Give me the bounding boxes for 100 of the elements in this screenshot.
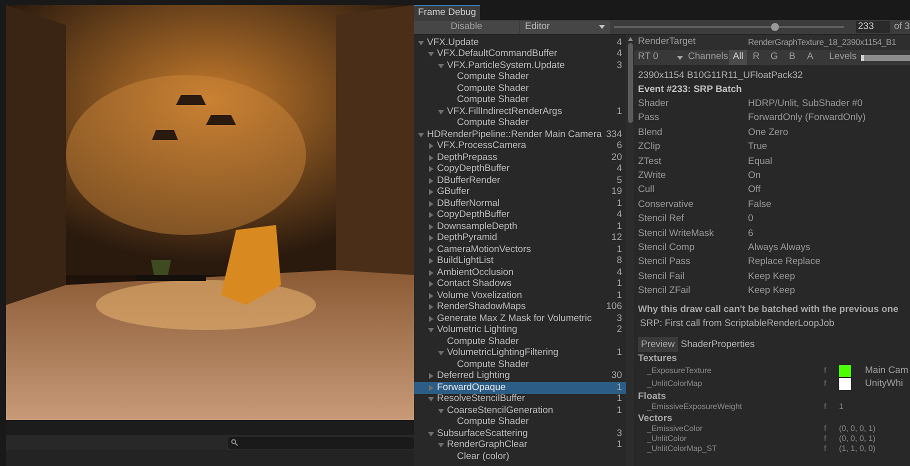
tree-label: CopyDepthBuffer bbox=[437, 162, 510, 176]
scrollbar[interactable] bbox=[626, 35, 634, 466]
tree-row[interactable]: Volume Voxelization 1 bbox=[414, 290, 626, 302]
tree-row[interactable]: VFX.FillIndirectRenderArgs 1 bbox=[414, 106, 626, 118]
draw-count: 1 bbox=[616, 288, 622, 302]
tree-row[interactable]: DownsampleDepth 1 bbox=[414, 221, 626, 232]
draw-count: 4 bbox=[616, 162, 622, 176]
tree-label: Compute Shader bbox=[457, 116, 529, 130]
channel-toggle[interactable]: A bbox=[801, 50, 820, 65]
tree-row[interactable]: GBuffer 19 bbox=[414, 186, 626, 198]
tree-label: DownsampleDepth bbox=[437, 220, 518, 233]
tree-row[interactable]: Compute Shader bbox=[414, 336, 626, 348]
tree-row[interactable]: VFX.ProcessCamera 6 bbox=[414, 140, 626, 152]
tree-row[interactable]: Deferred Lighting 30 bbox=[414, 370, 626, 382]
section-heading: Textures bbox=[638, 353, 678, 364]
channel-toggle[interactable]: All bbox=[729, 50, 748, 65]
tree-row[interactable]: AmbientOcclusion 4 bbox=[414, 267, 626, 278]
property-value: True bbox=[748, 140, 768, 154]
levels-label: Levels bbox=[829, 50, 857, 64]
tree-label: Compute Shader bbox=[457, 82, 529, 95]
tree-row[interactable]: Clear (color) bbox=[414, 451, 626, 462]
tree-label: CoarseStencilGeneration bbox=[447, 404, 554, 417]
tree-row[interactable]: BuildLightList 8 bbox=[414, 256, 626, 267]
draw-count: 30 bbox=[611, 369, 622, 384]
draw-count: 5 bbox=[616, 174, 622, 187]
tree-label: CopyDepthBuffer bbox=[437, 208, 510, 222]
tree-row[interactable]: DepthPrepass 20 bbox=[414, 152, 626, 164]
property-value: (0, 0, 0, 1) bbox=[839, 433, 876, 445]
tree-row[interactable]: SubsurfaceScattering 3 bbox=[414, 428, 626, 440]
scroll-up-icon[interactable] bbox=[628, 37, 632, 41]
tree-row[interactable]: VFX.Update 4 bbox=[414, 37, 626, 48]
property-type: f bbox=[824, 364, 828, 377]
tree-row[interactable]: CameraMotionVectors 1 bbox=[414, 244, 626, 256]
draw-count: 20 bbox=[611, 150, 622, 164]
slider-handle[interactable] bbox=[771, 23, 779, 31]
tree-label: Compute Shader bbox=[457, 415, 529, 429]
tree-row[interactable]: Volumetric Lighting 2 bbox=[414, 324, 626, 336]
property-value: Always Always bbox=[748, 240, 810, 255]
channel-toggle[interactable]: G bbox=[765, 50, 784, 65]
tree-row[interactable]: Compute Shader bbox=[414, 118, 626, 129]
tree-label: Compute Shader bbox=[447, 334, 519, 348]
section-heading: Floats bbox=[638, 391, 667, 402]
tree-row[interactable]: ResolveStencilBuffer 1 bbox=[414, 394, 626, 405]
render-target-value: RenderGraphTexture_18_2390x1154_B1 bbox=[748, 36, 896, 49]
property-value: 6 bbox=[748, 226, 754, 241]
tree-row[interactable]: VolumetricLightingFiltering 1 bbox=[414, 348, 626, 359]
tree-label: DBufferNormal bbox=[437, 196, 500, 210]
tree-row[interactable]: Compute Shader bbox=[414, 83, 626, 94]
tree-row[interactable]: DBufferRender 5 bbox=[414, 175, 626, 186]
channel-toggle[interactable]: R bbox=[747, 50, 766, 65]
field-label: RenderTarget bbox=[638, 35, 697, 50]
tree-row[interactable]: ForwardOpaque 1 bbox=[414, 382, 626, 394]
tree-row[interactable]: Generate Max Z Mask for Volumetric 3 bbox=[414, 313, 626, 324]
slider-handle[interactable] bbox=[860, 54, 864, 60]
draw-count: 2 bbox=[616, 323, 622, 338]
mode-dropdown[interactable]: Editor bbox=[520, 20, 610, 34]
draw-count: 3 bbox=[616, 312, 622, 325]
levels-slider[interactable] bbox=[860, 54, 910, 60]
expanded-triangle-icon[interactable] bbox=[418, 132, 424, 138]
tree-row[interactable]: VFX.DefaultCommandBuffer 4 bbox=[414, 48, 626, 60]
tree-label: VFX.ParticleSystem.Update bbox=[447, 58, 565, 72]
disable-button[interactable]: Disable bbox=[414, 20, 519, 34]
property-value: 1 bbox=[839, 401, 844, 414]
tree-row[interactable]: HDRenderPipeline::Render Main Camera 334 bbox=[414, 129, 626, 140]
tree-row[interactable]: CopyDepthBuffer 4 bbox=[414, 210, 626, 221]
tree-row[interactable]: RenderShadowMaps 106 bbox=[414, 302, 626, 313]
tab[interactable]: ShaderProperties bbox=[678, 337, 758, 352]
tree-label: GBuffer bbox=[437, 185, 470, 199]
draw-count: 1 bbox=[616, 438, 622, 452]
property-label: Stencil Fail bbox=[638, 270, 686, 284]
tree-row[interactable]: RenderGraphClear 1 bbox=[414, 440, 626, 451]
window-tab[interactable]: Frame Debug bbox=[414, 5, 480, 20]
property-value: Main Cam bbox=[865, 364, 908, 378]
rt-dropdown[interactable]: RT 0 bbox=[634, 51, 686, 64]
property-label: Conservative bbox=[638, 198, 694, 212]
tree-row[interactable]: Compute Shader bbox=[414, 94, 626, 106]
tree-label: Contact Shadows bbox=[437, 277, 512, 291]
tree-row[interactable]: Contact Shadows 1 bbox=[414, 278, 626, 290]
tree-row[interactable]: Compute Shader bbox=[414, 416, 626, 428]
tree-row[interactable]: VFX.ParticleSystem.Update 3 bbox=[414, 60, 626, 72]
channel-toggle[interactable]: B bbox=[783, 50, 802, 65]
tree-row[interactable]: DBufferNormal 1 bbox=[414, 198, 626, 210]
channels-label: Channels bbox=[688, 50, 728, 64]
property-type: f bbox=[824, 401, 828, 414]
expanded-triangle-icon[interactable] bbox=[438, 350, 444, 356]
expanded-triangle-icon[interactable] bbox=[438, 108, 444, 115]
tree-row[interactable]: CoarseStencilGeneration 1 bbox=[414, 405, 626, 416]
property-label: Shader bbox=[638, 97, 670, 112]
search-field[interactable] bbox=[228, 436, 414, 448]
property-value: False bbox=[748, 198, 772, 212]
tree-row[interactable]: DepthPyramid 12 bbox=[414, 232, 626, 244]
tab[interactable]: Preview bbox=[638, 337, 678, 352]
tree-row[interactable]: Compute Shader bbox=[414, 72, 626, 83]
property-value: Keep Keep bbox=[748, 270, 796, 284]
tree-row[interactable]: Compute Shader bbox=[414, 359, 626, 370]
event-number-field[interactable]: 233 bbox=[856, 21, 890, 33]
draw-count: 1 bbox=[616, 380, 622, 394]
tree-label: DepthPyramid bbox=[437, 231, 498, 245]
expanded-triangle-icon[interactable] bbox=[428, 327, 434, 334]
tree-row[interactable]: CopyDepthBuffer 4 bbox=[414, 164, 626, 175]
